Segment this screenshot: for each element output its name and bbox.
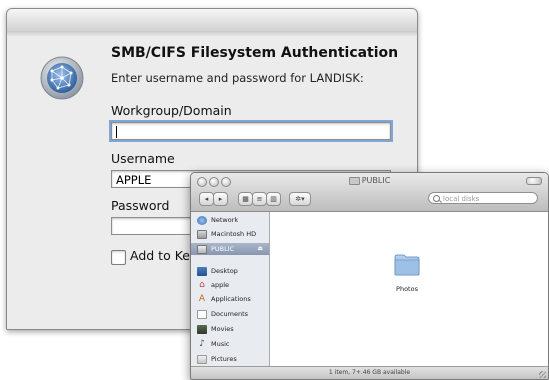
network-globe-icon	[40, 56, 84, 100]
action-menu-button[interactable]: ✲▾	[289, 192, 311, 206]
dialog-title: SMB/CIFS Filesystem Authentication	[111, 45, 399, 61]
sidebar-item-music[interactable]: ♪ Music	[197, 338, 229, 350]
eject-icon[interactable]: ⏏	[257, 243, 263, 255]
folder-icon[interactable]	[394, 254, 420, 276]
icon-view-button[interactable]: ▦	[238, 192, 253, 206]
keychain-checkbox[interactable]	[111, 250, 126, 265]
window-title: PUBLIC	[191, 176, 548, 185]
search-field[interactable]: local disks	[428, 192, 538, 204]
sidebar-item-desktop[interactable]: Desktop	[197, 265, 238, 277]
dialog-titlebar[interactable]	[7, 9, 417, 32]
documents-icon	[197, 309, 207, 319]
resize-grip[interactable]	[539, 371, 546, 378]
workgroup-field[interactable]	[109, 120, 393, 142]
sidebar-item-macintosh-hd[interactable]: Macintosh HD	[197, 228, 256, 240]
status-bar: 1 item, 7+.46 GB available	[191, 366, 548, 379]
search-icon	[433, 195, 440, 202]
workgroup-label: Workgroup/Domain	[111, 103, 232, 118]
applications-icon: A	[198, 293, 206, 304]
sidebar-item-pictures[interactable]: Pictures	[197, 353, 237, 365]
dialog-message: Enter username and password for LANDISK:	[111, 71, 364, 85]
network-volume-icon	[197, 244, 207, 254]
sidebar-item-applications[interactable]: A Applications	[197, 293, 251, 305]
folder-label[interactable]: Photos	[388, 285, 426, 293]
hard-drive-icon	[197, 229, 207, 239]
network-icon	[197, 215, 207, 225]
sidebar-item-network[interactable]: Network	[197, 214, 238, 226]
password-label: Password	[111, 198, 170, 213]
drive-icon	[348, 176, 360, 185]
finder-sidebar: Network Macintosh HD PUBLIC ⏏ Desktop ⌂ a…	[191, 212, 270, 367]
sidebar-item-movies[interactable]: Movies	[197, 323, 234, 335]
finder-content: Photos	[270, 212, 548, 367]
home-icon: ⌂	[199, 279, 205, 290]
list-view-button[interactable]: ≡	[252, 192, 267, 206]
sidebar-item-public[interactable]: PUBLIC ⏏	[191, 243, 269, 255]
movies-icon	[197, 324, 207, 334]
finder-toolbar: PUBLIC ◂ ▸ ▦ ≡ ▥ ✲▾ local disks	[191, 173, 548, 212]
column-view-button[interactable]: ▥	[266, 192, 281, 206]
pictures-icon	[197, 354, 207, 364]
username-label: Username	[111, 151, 175, 166]
finder-window: PUBLIC ◂ ▸ ▦ ≡ ▥ ✲▾ local disks Network …	[190, 172, 549, 380]
sidebar-item-documents[interactable]: Documents	[197, 308, 248, 320]
toolbar-toggle-button[interactable]	[526, 177, 542, 185]
forward-button[interactable]: ▸	[213, 192, 228, 206]
back-button[interactable]: ◂	[199, 192, 214, 206]
sidebar-item-apple[interactable]: ⌂ apple	[197, 279, 229, 291]
desktop-icon	[197, 266, 207, 276]
music-icon: ♪	[199, 338, 205, 349]
